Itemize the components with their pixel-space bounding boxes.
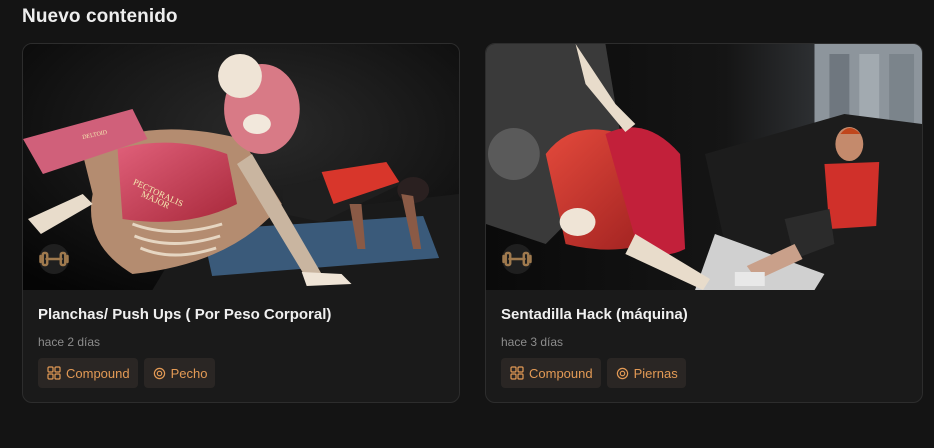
tag-list: Compound Piernas — [501, 358, 686, 388]
dumbbell-icon — [39, 251, 69, 267]
exercise-timestamp: hace 3 días — [501, 335, 564, 349]
exercise-timestamp: hace 2 días — [38, 335, 101, 349]
section-title: Nuevo contenido — [22, 6, 178, 27]
tag-list: Compound Pecho — [38, 358, 216, 388]
equipment-button[interactable] — [39, 244, 69, 274]
exercise-thumbnail: PECTORALIS MAJOR DELTOID — [23, 44, 459, 290]
tag-label: Piernas — [633, 365, 678, 381]
grid-icon — [47, 366, 61, 380]
target-icon — [616, 367, 628, 379]
equipment-button[interactable] — [502, 244, 532, 274]
tag-label: Compound — [529, 365, 593, 381]
target-icon — [153, 367, 165, 379]
tag-piernas[interactable]: Piernas — [606, 358, 686, 388]
grid-icon — [510, 366, 524, 380]
exercise-title[interactable]: Planchas/ Push Ups ( Por Peso Corporal) — [38, 306, 331, 323]
tag-pecho[interactable]: Pecho — [143, 358, 216, 388]
exercise-card-push-ups[interactable]: PECTORALIS MAJOR DELTOID Planchas/ Push … — [22, 43, 460, 403]
exercise-thumbnail — [486, 44, 922, 290]
tag-label: Compound — [66, 365, 130, 381]
exercise-title[interactable]: Sentadilla Hack (máquina) — [501, 306, 688, 323]
tag-compound[interactable]: Compound — [501, 358, 601, 388]
tag-compound[interactable]: Compound — [38, 358, 138, 388]
tag-label: Pecho — [170, 365, 208, 381]
exercise-card-hack-squat[interactable]: Sentadilla Hack (máquina) hace 3 días Co… — [485, 43, 923, 403]
dumbbell-icon — [502, 251, 532, 267]
